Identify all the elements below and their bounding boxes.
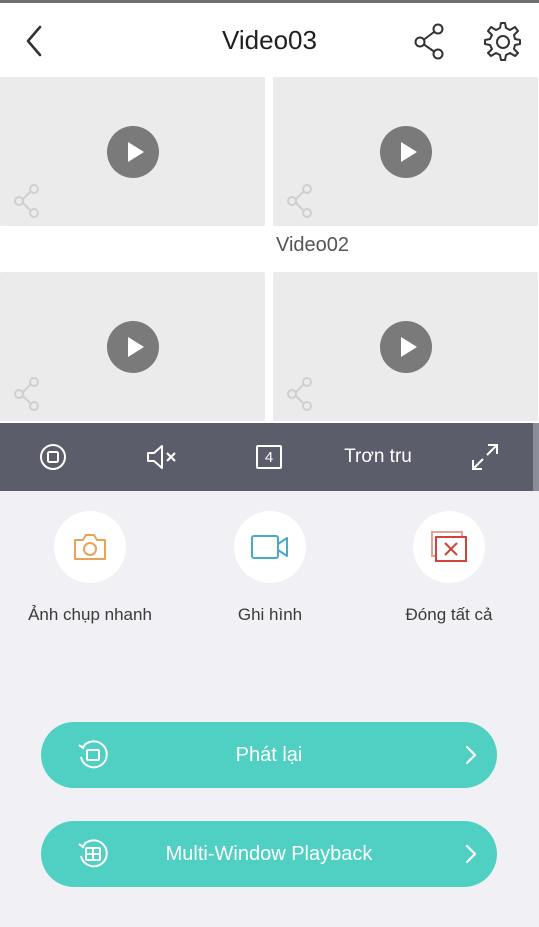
tile-label: Video02 [276, 234, 350, 256]
play-icon[interactable] [379, 125, 432, 178]
page-title: Video03 [222, 25, 317, 55]
stream-quality-button[interactable]: Trơn tru [326, 423, 430, 491]
speaker-muted-icon [147, 445, 176, 469]
playback-toolbar: 4 Trơn tru [0, 423, 539, 491]
multi-playback-label: Multi-Window Playback [165, 843, 373, 865]
snapshot-action[interactable]: Ảnh chụp nhanh [0, 511, 180, 625]
tile-share-icon[interactable] [285, 183, 317, 219]
scrollbar[interactable] [533, 423, 539, 491]
record-action[interactable]: Ghi hình [180, 511, 360, 625]
record-label: Ghi hình [237, 605, 303, 624]
mute-button[interactable] [134, 423, 190, 491]
stop-all-button[interactable] [28, 423, 78, 491]
video-tile-4[interactable] [273, 272, 538, 421]
header: Video03 [0, 3, 539, 76]
tile-share-icon[interactable] [12, 376, 44, 412]
play-icon[interactable] [106, 320, 159, 373]
close-all-icon [431, 531, 467, 562]
tile-share-icon[interactable] [12, 183, 44, 219]
camera-icon [74, 534, 106, 560]
fullscreen-button[interactable] [458, 423, 512, 491]
snapshot-label: Ảnh chụp nhanh [28, 605, 152, 624]
video-tile-1[interactable] [0, 77, 265, 226]
play-icon[interactable] [106, 125, 159, 178]
close-all-button[interactable] [413, 511, 485, 583]
multi-window-playback-button[interactable]: Multi-Window Playback [41, 821, 497, 887]
share-button[interactable] [410, 21, 450, 61]
playback-button[interactable]: Phát lại [41, 722, 497, 788]
split-count: 4 [256, 445, 282, 469]
chevron-right-icon [463, 743, 479, 767]
tile-share-icon[interactable] [285, 376, 317, 412]
settings-button[interactable] [482, 21, 524, 63]
video-camera-icon [251, 535, 288, 559]
play-icon[interactable] [379, 320, 432, 373]
chevron-right-icon [463, 842, 479, 866]
video-tile-3[interactable] [0, 272, 265, 421]
snapshot-button[interactable] [54, 511, 126, 583]
video-tile-2[interactable] [273, 77, 538, 226]
gear-icon [484, 22, 521, 61]
split-window-button[interactable]: 4 [244, 423, 294, 491]
video-grid: Video02 [0, 76, 539, 423]
share-icon [414, 23, 444, 60]
close-all-label: Đóng tất cả [405, 605, 493, 624]
fullscreen-icon [472, 444, 498, 470]
playback-label: Phát lại [235, 744, 303, 766]
record-button[interactable] [234, 511, 306, 583]
close-all-action[interactable]: Đóng tất cả [359, 511, 539, 625]
stop-icon [40, 444, 66, 470]
